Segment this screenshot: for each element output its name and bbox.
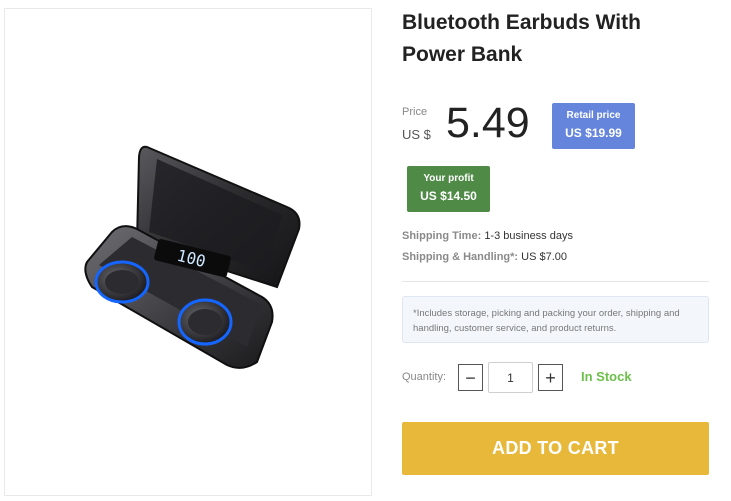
product-image-panel: 100 <box>4 8 372 496</box>
shipping-handling-label: Shipping & Handling*: <box>402 251 519 263</box>
retail-price-value: US $19.99 <box>565 126 622 140</box>
divider <box>402 281 709 282</box>
profit-value: US $14.50 <box>420 189 477 203</box>
add-to-cart-button[interactable]: ADD TO CART <box>402 422 709 475</box>
shipping-time-label: Shipping Time: <box>402 230 482 242</box>
product-image: 100 <box>84 145 301 369</box>
shipping-time-row: Shipping Time: 1-3 business days <box>402 230 573 242</box>
shipping-handling-value: US $7.00 <box>521 251 568 263</box>
shipping-note: *Includes storage, picking and packing y… <box>402 296 709 343</box>
profit-badge: Your profit US $14.50 <box>407 166 490 212</box>
price-currency: US $ <box>402 127 431 142</box>
stock-status: In Stock <box>581 369 632 384</box>
shipping-time-value: 1-3 business days <box>484 230 573 242</box>
profit-label: Your profit <box>423 173 474 184</box>
quantity-input[interactable] <box>488 362 533 393</box>
product-title: Bluetooth Earbuds With Power Bank <box>402 11 641 66</box>
retail-price-badge: Retail price US $19.99 <box>552 103 635 149</box>
price-value: 5.49 <box>446 99 530 147</box>
shipping-handling-row: Shipping & Handling*: US $7.00 <box>402 251 567 263</box>
quantity-increase-button[interactable]: + <box>538 364 563 391</box>
retail-price-label: Retail price <box>566 110 621 121</box>
quantity-label: Quantity: <box>402 371 447 383</box>
quantity-decrease-button[interactable]: − <box>458 364 483 391</box>
price-label: Price <box>402 106 428 118</box>
